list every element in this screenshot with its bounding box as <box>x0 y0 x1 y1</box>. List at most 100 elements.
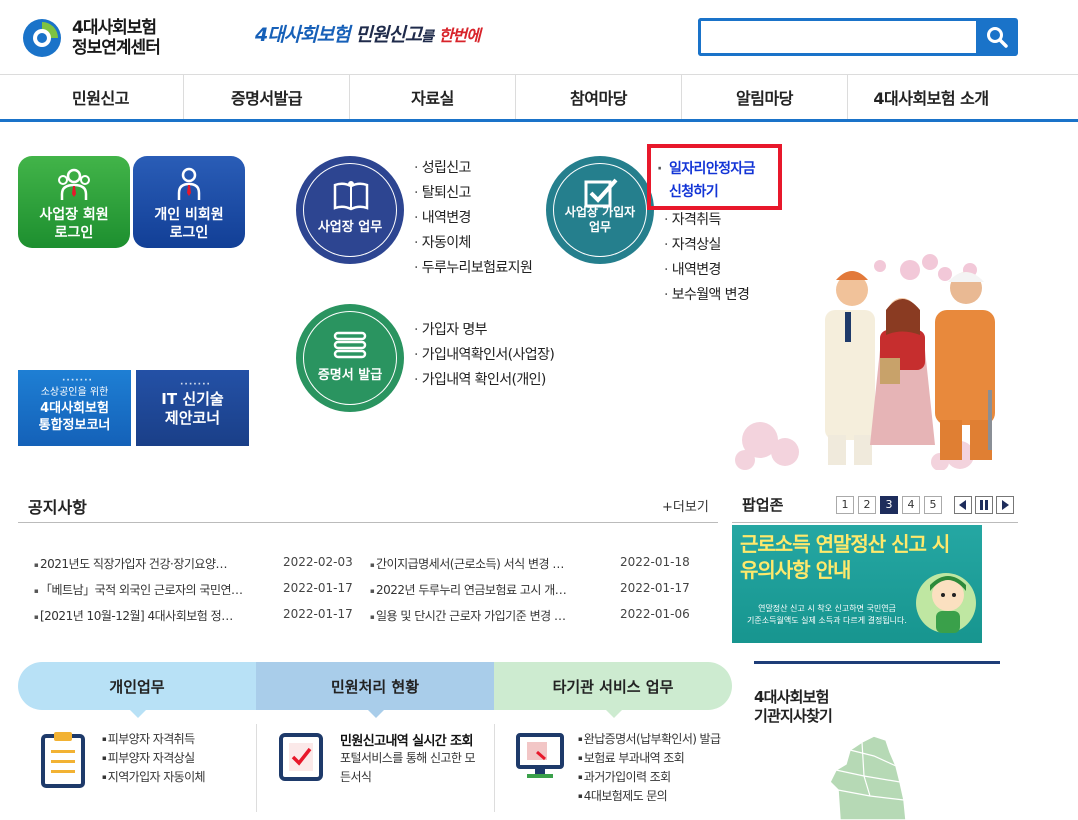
tab-status-label: 민원처리 현황 <box>330 677 420 696</box>
certificate-service-circle[interactable]: 증명서 발급 <box>296 304 404 412</box>
monitor-icon <box>516 733 564 778</box>
search-box <box>698 18 976 56</box>
popup-banner-line1: 근로소득 연말정산 신고 시 <box>740 532 950 556</box>
korea-map-icon[interactable] <box>800 730 920 820</box>
dots-decoration: ······· <box>180 380 211 390</box>
nav-item-notice[interactable]: 알림마당 <box>682 75 848 119</box>
status-inquiry-title[interactable]: 민원신고내역 실시간 조회 <box>340 730 473 749</box>
branch-title-line1: 4대사회보험 <box>754 688 829 706</box>
list-item[interactable]: 자격취득 <box>664 208 749 233</box>
year-end-settlement-banner[interactable]: 근로소득 연말정산 신고 시 유의사항 안내 연말정산 신고 시 착오 신고하면… <box>732 525 982 643</box>
header: 4대사회보험 정보연계센터 4대사회보험 민원신고를 한번에 <box>0 0 1078 74</box>
subscriber-label-line2: 업무 <box>588 220 612 234</box>
list-item[interactable]: 자동이체 <box>414 231 532 256</box>
subscriber-service-circle[interactable]: 사업장 가입자 업무 <box>546 156 654 264</box>
business-service-circle[interactable]: 사업장 업무 <box>296 156 404 264</box>
notice-item[interactable]: 2022년 두루누리 연금보험료 고시 개… <box>370 581 567 598</box>
notice-item[interactable]: [2021년 10월-12월] 4대사회보험 정… <box>34 607 233 624</box>
documents-stack-icon <box>333 331 367 359</box>
notice-date: 2022-01-17 <box>283 581 353 595</box>
popup-page-3[interactable]: 3 <box>880 496 898 514</box>
tab-personal[interactable]: 개인업무 <box>18 662 256 718</box>
notice-date: 2022-01-17 <box>620 581 690 595</box>
corner-banner-line2: 4대사회보험 <box>40 401 109 416</box>
list-item[interactable]: 성립신고 <box>414 156 532 181</box>
popup-zone-title: 팝업존 <box>742 496 784 514</box>
notice-item[interactable]: 「베트남」국적 외국인 근로자의 국민연… <box>34 581 243 598</box>
list-item[interactable]: 가입내역확인서(사업장) <box>414 343 555 368</box>
nav-item-participation[interactable]: 참여마당 <box>516 75 682 119</box>
list-item[interactable]: 지역가입자 자동이체 <box>102 768 206 787</box>
list-item[interactable]: 가입자 명부 <box>414 318 554 343</box>
list-item[interactable]: 피부양자 자격취득 <box>102 730 205 749</box>
corner-banner-line1: 소상공인을 위한 <box>40 387 109 398</box>
logo-icon[interactable] <box>22 18 62 58</box>
popup-next-button[interactable] <box>996 496 1014 514</box>
header-slogan: 4대사회보험 민원신고를 한번에 <box>255 20 481 47</box>
job-stability-fund-link[interactable]: 일자리안정자금 신청하기 <box>647 144 782 210</box>
slogan-part1: 4대사회보험 <box>255 24 351 46</box>
search-button[interactable] <box>976 18 1018 56</box>
users-icon <box>58 168 90 200</box>
list-item[interactable]: 탈퇴신고 <box>414 181 532 206</box>
list-item[interactable]: 4대보험제도 문의 <box>578 787 720 806</box>
tab-other-agency[interactable]: 타기관 서비스 업무 <box>494 662 732 718</box>
branch-finder-title[interactable]: 4대사회보험 기관지사찾기 <box>754 688 833 726</box>
notice-date: 2022-01-18 <box>620 555 690 569</box>
popup-prev-button[interactable] <box>954 496 972 514</box>
individual-login-line2: 로그인 <box>169 225 209 241</box>
search-input[interactable] <box>701 21 976 53</box>
notice-item[interactable]: 2021년도 직장가입자 건강·장기요양… <box>34 555 228 572</box>
individual-login-button[interactable]: 개인 비회원 로그인 <box>133 156 245 248</box>
list-item[interactable]: 가입내역 확인서(개인) <box>414 368 554 393</box>
popup-pause-button[interactable] <box>975 496 993 514</box>
main-nav: 민원신고 증명서발급 자료실 참여마당 알림마당 4대사회보험 소개 <box>0 74 1078 122</box>
logo-line2: 정보연계센터 <box>72 38 161 58</box>
tab-arrow <box>368 710 384 718</box>
popup-page-4[interactable]: 4 <box>902 496 920 514</box>
popup-banner-desc2: 기준소득월액도 실제 소득과 다르게 결정됩니다. <box>747 616 907 625</box>
nav-item-civil-report[interactable]: 민원신고 <box>18 75 184 119</box>
business-service-list: 성립신고 탈퇴신고 내역변경 자동이체 두루누리보험료지원 <box>414 156 533 281</box>
slogan-part2: 민원신고 <box>355 24 422 46</box>
list-item[interactable]: 두루누리보험료지원 <box>414 256 533 281</box>
notice-item[interactable]: 간이지급명세서(근로소득) 서식 변경 … <box>370 555 564 572</box>
branch-title-line2: 기관지사찾기 <box>754 707 833 725</box>
tab-status[interactable]: 민원처리 현황 <box>256 662 494 718</box>
branch-divider <box>754 661 1000 664</box>
tab-arrow <box>130 710 146 718</box>
nav-item-certificate[interactable]: 증명서발급 <box>184 75 350 119</box>
personal-task-list: 피부양자 자격취득 피부양자 자격상실 지역가입자 자동이체 <box>102 730 206 787</box>
notice-divider <box>18 522 718 523</box>
popup-banner-desc1: 연말정산 신고 시 착오 신고하면 국민연금 <box>758 604 896 613</box>
small-business-corner-banner[interactable]: ······· 소상공인을 위한 4대사회보험 통합정보코너 <box>18 370 131 446</box>
popup-page-2[interactable]: 2 <box>858 496 876 514</box>
list-item[interactable]: 보험료 부과내역 조회 <box>578 749 720 768</box>
column-divider <box>494 724 495 812</box>
status-inquiry-description: 포털서비스를 통해 신고한 모든서식 <box>340 751 476 784</box>
popup-divider <box>732 522 1018 523</box>
notice-more-link[interactable]: +더보기 <box>662 496 709 515</box>
business-login-button[interactable]: 사업장 회원 로그인 <box>18 156 130 248</box>
it-proposal-banner[interactable]: ······· IT 신기술 제안코너 <box>136 370 249 446</box>
nav-item-library[interactable]: 자료실 <box>350 75 516 119</box>
list-item[interactable]: 피부양자 자격상실 <box>102 749 205 768</box>
logo-text[interactable]: 4대사회보험 정보연계센터 <box>72 18 161 58</box>
notice-date: 2022-02-03 <box>283 555 353 569</box>
pause-icon <box>980 500 988 510</box>
highlight-line2: 신청하기 <box>669 184 719 200</box>
list-item[interactable]: 과거가입이력 조회 <box>578 768 720 787</box>
highlight-line1: 일자리안정자금 <box>669 161 756 177</box>
list-item[interactable]: 완납증명서(납부확인서) 발급 <box>578 730 721 749</box>
notice-item[interactable]: 일용 및 단시간 근로자 가입기준 변경 … <box>370 607 566 624</box>
business-login-line2: 로그인 <box>54 225 94 241</box>
popup-page-1[interactable]: 1 <box>836 496 854 514</box>
slogan-part4: 한번에 <box>438 26 481 45</box>
list-item[interactable]: 내역변경 <box>414 206 532 231</box>
nav-item-about[interactable]: 4대사회보험 소개 <box>848 75 1014 119</box>
certificate-service-label: 증명서 발급 <box>317 368 383 383</box>
popup-page-5[interactable]: 5 <box>924 496 942 514</box>
mascot-icon <box>916 573 976 633</box>
individual-login-line1: 개인 비회원 <box>154 207 224 223</box>
tab-personal-label: 개인업무 <box>109 677 165 696</box>
